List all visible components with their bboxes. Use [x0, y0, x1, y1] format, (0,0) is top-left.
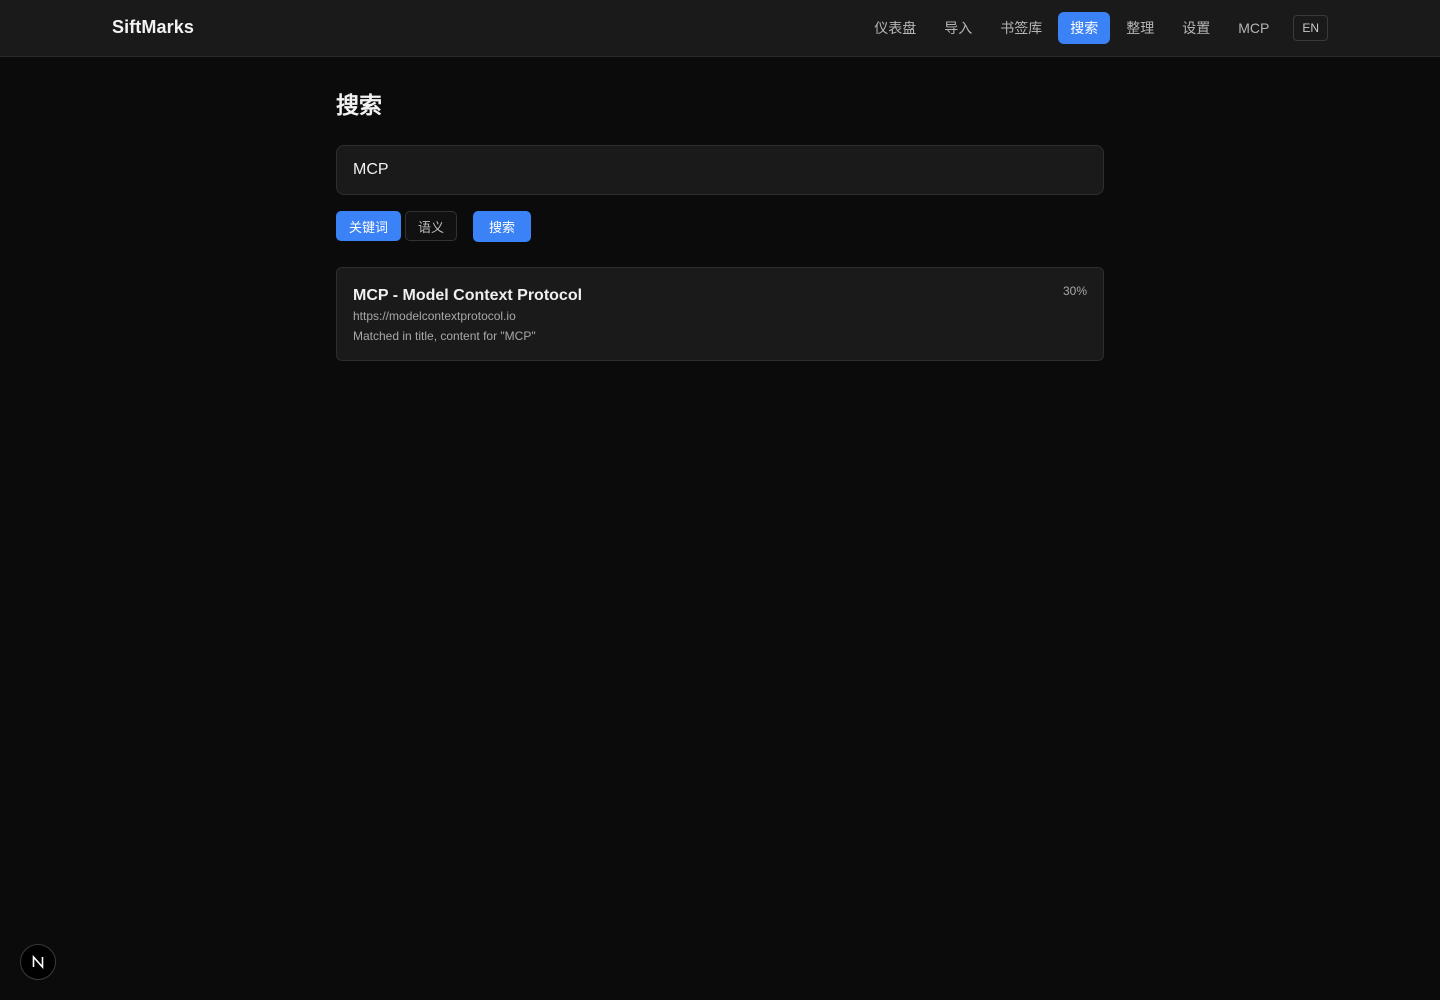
dev-tools-indicator-button[interactable]	[20, 944, 56, 980]
nav-item-search[interactable]: 搜索	[1058, 12, 1111, 44]
top-navigation-bar: SiftMarks 仪表盘 导入 书签库 搜索 整理 设置 MCP EN	[0, 0, 1440, 57]
nav-item-mcp[interactable]: MCP	[1226, 12, 1281, 44]
result-match-info: Matched in title, content for "MCP"	[353, 329, 536, 343]
app-brand-logo[interactable]: SiftMarks	[112, 17, 194, 38]
mode-keyword-button[interactable]: 关键词	[336, 211, 402, 241]
main-nav: 仪表盘 导入 书签库 搜索 整理 设置 MCP EN	[862, 12, 1328, 44]
language-toggle-button[interactable]: EN	[1293, 15, 1328, 41]
result-score-badge: 30%	[1062, 284, 1087, 298]
nav-item-organize[interactable]: 整理	[1114, 12, 1166, 44]
search-input[interactable]	[336, 145, 1104, 195]
page-title: 搜索	[336, 92, 382, 118]
search-submit-button[interactable]: 搜索	[473, 210, 532, 242]
result-url[interactable]: https://modelcontextprotocol.io	[353, 308, 1087, 324]
nav-item-dashboard[interactable]: 仪表盘	[862, 12, 928, 44]
nav-item-settings[interactable]: 设置	[1170, 12, 1222, 44]
search-page: 搜索 关键词 语义 搜索 MCP - Model Context Protoco…	[336, 90, 1104, 361]
search-controls: 关键词 语义 搜索	[336, 210, 1104, 242]
nav-item-import[interactable]: 导入	[932, 12, 984, 44]
search-result-card[interactable]: MCP - Model Context Protocol https://mod…	[336, 267, 1104, 361]
next-logo-icon	[32, 954, 44, 970]
mode-semantic-button[interactable]: 语义	[405, 211, 458, 241]
result-title[interactable]: MCP - Model Context Protocol	[353, 286, 1087, 306]
nav-item-bookmarks[interactable]: 书签库	[988, 12, 1054, 44]
